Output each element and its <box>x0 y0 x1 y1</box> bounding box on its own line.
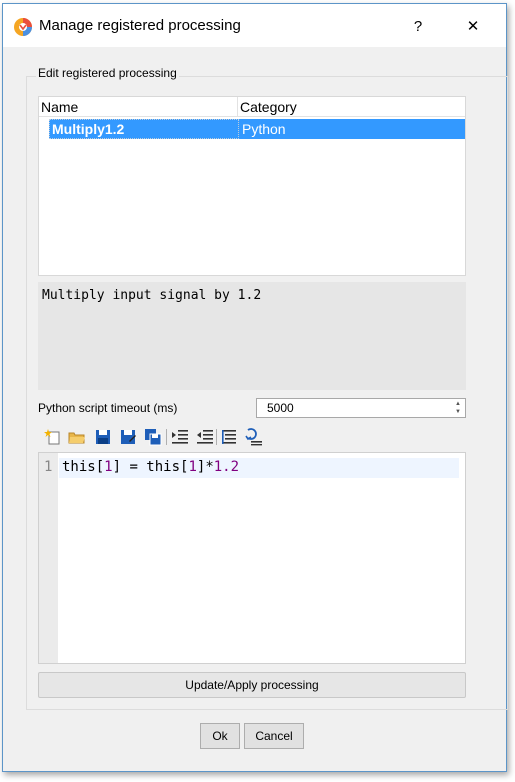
row-category-cell[interactable]: Python <box>242 121 286 137</box>
open-icon[interactable] <box>68 428 86 446</box>
column-header-name[interactable]: Name <box>41 99 78 115</box>
toolbar-separator <box>166 429 167 445</box>
table-header: Name Category <box>39 97 465 117</box>
column-divider[interactable] <box>237 97 238 116</box>
comment-icon[interactable] <box>245 428 263 446</box>
help-button[interactable]: ? <box>407 16 429 38</box>
timeout-label: Python script timeout (ms) <box>38 401 178 415</box>
code-token: ]* <box>196 459 214 475</box>
editor-toolbar <box>40 428 270 448</box>
title-bar: Manage registered processing ? ✕ <box>3 4 506 47</box>
toolbar-separator <box>216 429 217 445</box>
code-number-token: 1 <box>188 459 197 475</box>
code-editor[interactable]: 1 this[1] = this[1]*1.2 <box>38 452 466 664</box>
format-icon[interactable] <box>220 428 238 446</box>
code-number-token: 1.2 <box>213 459 240 475</box>
save-as-icon[interactable] <box>119 428 137 446</box>
line-number: 1 <box>44 459 53 475</box>
new-icon[interactable] <box>44 428 62 446</box>
line-number-gutter: 1 <box>39 453 58 663</box>
cancel-button[interactable]: Cancel <box>244 723 304 749</box>
ok-button[interactable]: Ok <box>200 723 240 749</box>
table-row[interactable]: Multiply1.2 Python <box>49 119 465 139</box>
app-logo-icon <box>14 18 32 36</box>
code-number-token: 1 <box>104 459 113 475</box>
indent-icon[interactable] <box>171 428 189 446</box>
update-apply-button[interactable]: Update/Apply processing <box>38 672 466 698</box>
description-box[interactable]: Multiply input signal by 1.2 <box>38 282 466 390</box>
save-all-icon[interactable] <box>144 428 162 446</box>
row-name-cell[interactable]: Multiply1.2 <box>52 121 124 137</box>
unindent-icon[interactable] <box>196 428 214 446</box>
code-token: ] = this[ <box>112 459 189 475</box>
timeout-spinbox[interactable]: 5000 ▲ ▼ <box>256 398 466 418</box>
window-title: Manage registered processing <box>39 17 241 34</box>
code-line[interactable]: this[1] = this[1]*1.2 <box>62 459 239 475</box>
timeout-value[interactable]: 5000 <box>267 401 294 415</box>
spin-down-icon[interactable]: ▼ <box>455 409 461 415</box>
processing-table[interactable]: Name Category Multiply1.2 Python <box>38 96 466 276</box>
spin-up-icon[interactable]: ▲ <box>455 401 461 407</box>
close-button[interactable]: ✕ <box>462 16 484 38</box>
save-icon[interactable] <box>94 428 112 446</box>
group-title: Edit registered processing <box>36 66 179 80</box>
column-header-category[interactable]: Category <box>240 99 297 115</box>
code-token: this[ <box>62 459 105 475</box>
